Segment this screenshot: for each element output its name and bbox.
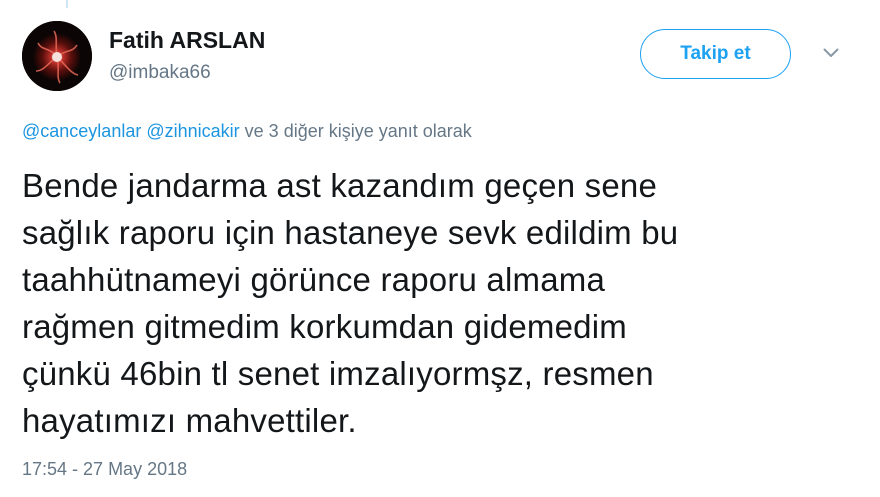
tweet-text-line: hayatımızı mahvettiler. <box>22 402 357 439</box>
tweet-timestamp[interactable]: 17:54 - 27 May 2018 <box>22 459 187 480</box>
avatar[interactable] <box>22 21 92 91</box>
tweet-text-line: taahhütnameyi görünce raporu almama <box>22 261 606 298</box>
chevron-down-glyph <box>823 48 839 57</box>
chevron-down-icon[interactable] <box>820 45 842 61</box>
follow-button[interactable]: Takip et <box>640 29 791 79</box>
tweet-text-line: çünkü 46bin tl senet imzalıyormşz, resme… <box>22 355 654 392</box>
thread-connector-line <box>66 0 68 8</box>
author-handle[interactable]: @imbaka66 <box>109 62 211 84</box>
mention-link[interactable]: @zihnicakir <box>146 121 239 141</box>
tweet-text-line: Bende jandarma ast kazandım geçen sene <box>22 167 658 204</box>
author-name[interactable]: Fatih ARSLAN <box>109 27 265 54</box>
reply-context-text: ve 3 diğer kişiye yanıt olarak <box>244 121 472 141</box>
avatar-image <box>22 21 92 91</box>
tweet-text-line: rağmen gitmedim korkumdan gidemedim <box>22 308 627 345</box>
mention-link[interactable]: @canceylanlar <box>22 121 141 141</box>
tweet-text-line: sağlık raporu için hastaneye sevk edildi… <box>22 214 679 251</box>
tweet-text: Bende jandarma ast kazandım geçen sene s… <box>22 162 872 444</box>
reply-context: @canceylanlar @zihnicakir ve 3 diğer kiş… <box>22 121 472 142</box>
